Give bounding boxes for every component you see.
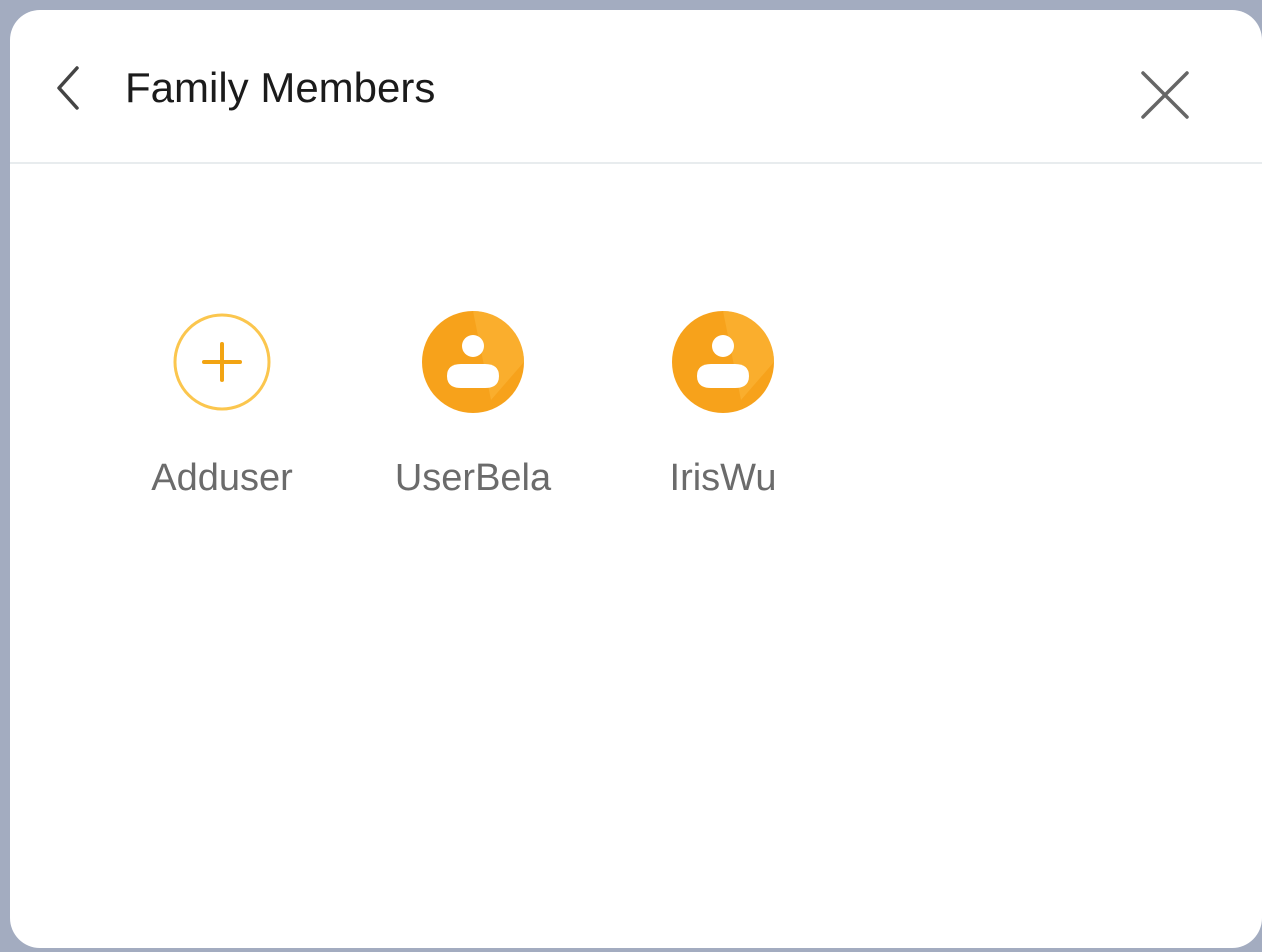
member-label: IrisWu <box>669 457 777 499</box>
close-icon <box>1141 71 1189 119</box>
members-list: Adduser UserBela IrisWu <box>10 310 1262 530</box>
chevron-left-icon <box>57 66 79 110</box>
page-title: Family Members <box>125 64 436 111</box>
member-label: UserBela <box>394 457 552 499</box>
user-avatar-icon <box>421 310 525 414</box>
user-avatar-icon <box>671 310 775 414</box>
back-button[interactable] <box>46 58 90 118</box>
member-item-iriswu[interactable]: IrisWu <box>623 310 823 502</box>
add-user-button[interactable]: Adduser <box>122 310 322 502</box>
panel-header: Family Members <box>10 10 1262 164</box>
member-label: Adduser <box>151 457 293 499</box>
family-members-panel: Family Members Adduser UserBela IrisWu <box>10 10 1262 948</box>
member-item-userbela[interactable]: UserBela <box>373 310 573 502</box>
close-button[interactable] <box>1130 60 1200 130</box>
add-circle-icon <box>170 310 274 414</box>
